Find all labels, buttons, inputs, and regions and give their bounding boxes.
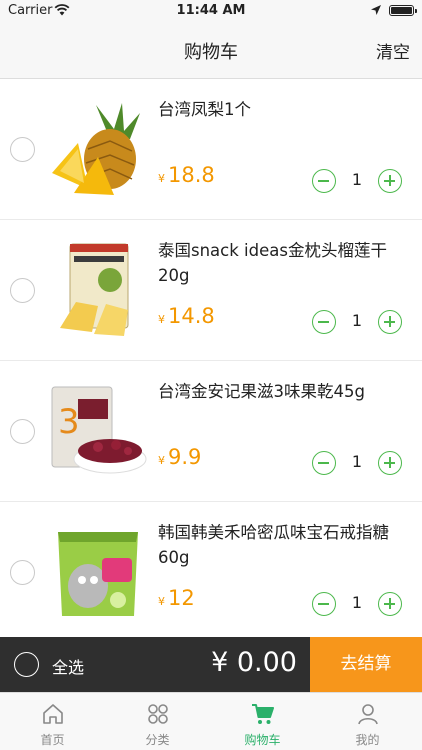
quantity-value: 1 <box>351 311 363 330</box>
status-bar: Carrier 11:44 AM <box>0 0 422 22</box>
checkout-bar: 全选 ¥ 0.00 去结算 <box>0 637 422 692</box>
product-image[interactable] <box>48 240 148 340</box>
decrease-quantity-button[interactable] <box>312 451 336 475</box>
tab-bar: 首页 分类 购物车 我的 <box>0 692 422 750</box>
quantity-value: 1 <box>351 593 363 612</box>
quantity-value: 1 <box>351 452 363 471</box>
cart-item: 泰国snack ideas金枕头榴莲干20g ¥14.8 1 <box>0 220 422 361</box>
quantity-value: 1 <box>351 170 363 189</box>
cart-item: 韩国韩美禾哈密瓜味宝石戒指糖60g ¥12 1 <box>0 502 422 643</box>
cart-icon <box>252 704 274 724</box>
tab-profile[interactable]: 我的 <box>315 693 420 750</box>
home-icon <box>43 704 63 724</box>
item-select-checkbox[interactable] <box>10 278 35 303</box>
product-price: ¥18.8 <box>158 163 215 187</box>
select-all-checkbox[interactable] <box>14 652 39 677</box>
tab-label: 首页 <box>40 733 65 747</box>
tab-home[interactable]: 首页 <box>0 693 105 750</box>
product-image[interactable] <box>48 522 148 622</box>
product-title[interactable]: 韩国韩美禾哈密瓜味宝石戒指糖60g <box>158 520 408 570</box>
tab-category[interactable]: 分类 <box>105 693 210 750</box>
tab-label: 分类 <box>145 733 170 747</box>
tab-cart[interactable]: 购物车 <box>210 693 315 750</box>
battery-icon <box>389 5 417 16</box>
decrease-quantity-button[interactable] <box>312 310 336 334</box>
product-price: ¥12 <box>158 586 195 610</box>
product-price: ¥9.9 <box>158 445 202 469</box>
tab-label: 我的 <box>355 733 380 747</box>
product-title[interactable]: 台湾凤梨1个 <box>158 97 408 122</box>
location-arrow-icon <box>371 5 381 15</box>
clock-time: 11:44 AM <box>176 3 246 18</box>
product-title[interactable]: 台湾金安记果滋3味果乾45g <box>158 379 408 404</box>
tab-label: 购物车 <box>244 733 281 747</box>
increase-quantity-button[interactable] <box>378 451 402 475</box>
total-amount: ¥ 0.00 <box>211 647 297 678</box>
decrease-quantity-button[interactable] <box>312 169 336 193</box>
item-select-checkbox[interactable] <box>10 137 35 162</box>
clear-cart-button[interactable]: 清空 <box>376 38 410 63</box>
product-price: ¥14.8 <box>158 304 215 328</box>
svg-text:3: 3 <box>58 402 80 442</box>
increase-quantity-button[interactable] <box>378 169 402 193</box>
product-image[interactable]: 3 <box>48 381 148 481</box>
checkout-button[interactable]: 去结算 <box>310 637 422 692</box>
cart-item: 台湾凤梨1个 ¥18.8 1 <box>0 79 422 220</box>
decrease-quantity-button[interactable] <box>312 592 336 616</box>
increase-quantity-button[interactable] <box>378 310 402 334</box>
category-icon <box>148 704 168 724</box>
increase-quantity-button[interactable] <box>378 592 402 616</box>
item-select-checkbox[interactable] <box>10 560 35 585</box>
item-select-checkbox[interactable] <box>10 419 35 444</box>
navigation-bar: 购物车 清空 <box>0 22 422 79</box>
select-all-label[interactable]: 全选 <box>52 654 84 678</box>
product-image[interactable] <box>48 99 148 199</box>
page-title: 购物车 <box>184 42 238 63</box>
profile-icon <box>358 704 378 725</box>
product-title[interactable]: 泰国snack ideas金枕头榴莲干20g <box>158 238 408 288</box>
cart-item: 3 台湾金安记果滋3味果乾45g ¥9.9 1 <box>0 361 422 502</box>
